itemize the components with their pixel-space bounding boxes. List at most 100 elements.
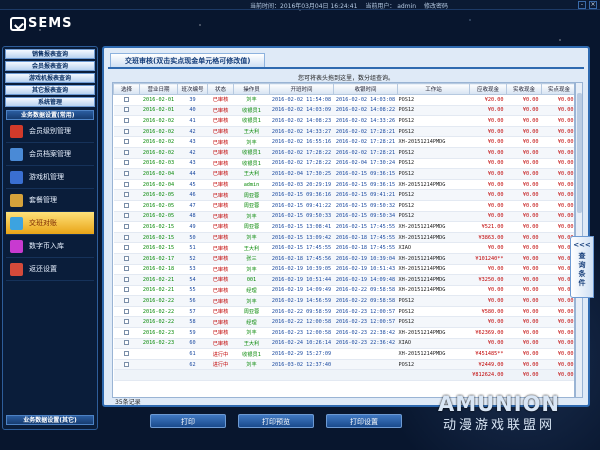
counted-cash-cell[interactable]: ¥0.00 [541, 179, 574, 191]
counted-cash-cell[interactable]: ¥0.00 [541, 327, 574, 339]
row-checkbox[interactable] [124, 329, 129, 335]
sidebar-item-coin-stock[interactable]: 数字币入库 [6, 235, 94, 258]
counted-cash-cell[interactable]: ¥0.00 [541, 115, 574, 127]
counted-cash-cell[interactable]: ¥0.00 [541, 126, 574, 138]
column-header[interactable]: 班次编号 [177, 83, 208, 95]
row-checkbox[interactable] [124, 319, 129, 325]
row-checkbox[interactable] [124, 223, 129, 229]
menu-sales-report[interactable]: 销售报表查询 [5, 49, 95, 59]
table-row[interactable]: 2016-02-22 56 已审核 刘丰 2016-02-19 14:56:59 2016… [113, 295, 574, 307]
table-row[interactable]: 2016-02-04 44 已审核 王大利 2016-02-04 17:30:25 201… [113, 168, 574, 180]
column-header[interactable]: 状态 [207, 83, 234, 95]
change-password-link[interactable]: 修改密码 [424, 3, 448, 10]
menu-member-report[interactable]: 会员报表查询 [5, 61, 95, 71]
column-header[interactable]: 应收现金 [469, 83, 507, 95]
counted-cash-cell[interactable]: ¥0.00 [541, 158, 574, 170]
counted-cash-cell[interactable]: ¥0.00 [541, 348, 574, 360]
column-header[interactable]: 操作员 [233, 83, 270, 95]
row-checkbox[interactable] [124, 107, 129, 113]
sidebar-item-shift-reconcile[interactable]: 交班对账 [6, 212, 94, 235]
counted-cash-cell[interactable]: ¥0.00 [541, 316, 574, 329]
query-conditions-tab[interactable]: <<< 查询条件 [570, 236, 594, 298]
counted-cash-cell[interactable]: ¥0.00 [541, 295, 574, 307]
column-header[interactable]: 实点现金 [541, 83, 574, 95]
group-business-common[interactable]: 业务数据设置(常用) [6, 110, 94, 120]
row-checkbox[interactable] [124, 117, 129, 123]
tab-shift-audit[interactable]: 交班审核(双击实点现金单元格可修改值) [110, 53, 266, 67]
column-header[interactable]: 开班时间 [269, 83, 334, 95]
menu-system-manage[interactable]: 系统管理 [5, 97, 95, 107]
row-checkbox[interactable] [124, 128, 129, 134]
table-row[interactable]: 2016-02-01 40 已审核 收银员1 2016-02-02 14:03:09 20… [113, 105, 574, 117]
counted-cash-cell[interactable]: ¥0.00 [541, 94, 574, 106]
row-checkbox[interactable] [124, 192, 129, 198]
table-row[interactable]: 2016-02-05 48 已审核 刘丰 2016-02-15 09:50:33 2016… [113, 211, 574, 223]
row-checkbox[interactable] [124, 170, 129, 176]
print-button[interactable]: 打印 [150, 414, 226, 428]
minimize-button[interactable]: - [578, 1, 586, 9]
row-checkbox[interactable] [124, 266, 129, 272]
counted-cash-cell[interactable]: ¥0.00 [541, 105, 574, 117]
counted-cash-cell[interactable]: ¥0.00 [541, 136, 574, 148]
counted-cash-cell[interactable]: ¥0.00 [541, 147, 574, 159]
sidebar-item-refund-settings[interactable]: 返还设置 [6, 258, 94, 281]
counted-cash-cell[interactable]: ¥0.00 [541, 211, 574, 223]
table-row[interactable]: 61 进行中 收银员1 2016-02-29 15:27:09 XH-20151214P… [113, 348, 574, 360]
table-row[interactable]: 2016-02-02 43 已审核 刘丰 2016-02-02 16:55:16 2016… [113, 136, 574, 148]
sidebar-item-member-level[interactable]: 会员级别管理 [6, 120, 94, 143]
counted-cash-cell[interactable]: ¥0.00 [541, 221, 574, 233]
group-by-hint[interactable]: 您可将表头拖到这里，数分组查询。 [104, 73, 588, 82]
counted-cash-cell[interactable]: ¥0.00 [541, 359, 574, 371]
table-row[interactable]: 2016-02-15 49 已审核 周亚蓉 2016-02-15 13:08:41 201… [113, 221, 574, 233]
group-business-other[interactable]: 业务数据设置(其它) [6, 415, 94, 425]
table-row[interactable]: 2016-02-03 43 已审核 收银员1 2016-02-02 17:28:22 20… [113, 158, 574, 170]
row-checkbox[interactable] [124, 351, 129, 357]
table-row[interactable]: 62 进行中 刘丰 2016-03-02 12:37:40 POS12 ¥2449.00 ¥… [113, 359, 574, 371]
column-header[interactable]: 实收现金 [506, 83, 542, 95]
counted-cash-cell[interactable]: ¥0.00 [541, 338, 574, 350]
row-checkbox[interactable] [124, 213, 129, 219]
row-checkbox[interactable] [124, 139, 129, 145]
row-checkbox[interactable] [124, 96, 129, 102]
counted-cash-cell[interactable]: ¥0.00 [541, 168, 574, 180]
table-row[interactable]: 2016-02-02 42 已审核 收银员1 2016-02-02 17:28:22 20… [113, 147, 574, 159]
row-checkbox[interactable] [124, 340, 129, 346]
table-row[interactable]: 2016-02-15 50 已审核 刘丰 2016-02-15 13:09:42 2016… [113, 232, 574, 244]
scrollbar-thumb[interactable] [577, 93, 582, 213]
row-checkbox[interactable] [124, 276, 129, 282]
row-checkbox[interactable] [124, 255, 129, 261]
menu-game-machine-report[interactable]: 游戏机报表查询 [5, 73, 95, 83]
row-checkbox[interactable] [124, 361, 129, 367]
table-row[interactable]: 2016-02-02 41 已审核 收银员1 2016-02-02 14:08:23 20… [113, 115, 574, 127]
column-header[interactable]: 工作站 [397, 83, 470, 95]
table-row[interactable]: 2016-02-18 53 已审核 刘丰 2016-02-19 10:39:05 2016… [113, 264, 574, 276]
table-row[interactable]: 2016-02-21 54 已审核 001 2016-02-19 10:51:44 201… [113, 274, 574, 286]
table-row[interactable]: 2016-02-22 57 已审核 周亚蓉 2016-02-22 09:58:59 201… [113, 306, 574, 318]
table-row[interactable]: 2016-02-17 52 已审核 张三 2016-02-18 17:45:56 2016… [113, 253, 574, 265]
sidebar-item-member-file[interactable]: 会员档案管理 [6, 143, 94, 166]
table-row[interactable]: 2016-02-04 45 已审核 admin 2016-02-03 20:29:19 2… [113, 179, 574, 191]
column-header[interactable]: 收银时间 [333, 83, 398, 95]
counted-cash-cell[interactable]: ¥0.00 [541, 189, 574, 201]
table-row[interactable]: 2016-02-05 46 已审核 周亚蓉 2016-02-15 09:36:16 201… [113, 189, 574, 201]
table-row[interactable]: 2016-02-23 60 已审核 王大利 2016-02-24 10:26:14 201… [113, 338, 574, 350]
table-row[interactable]: 2016-02-21 55 已审核 经理 2016-02-19 14:09:49 2016… [113, 285, 574, 297]
table-row[interactable]: 2016-02-05 47 已审核 周亚蓉 2016-02-15 09:41:22 201… [113, 200, 574, 212]
column-header[interactable]: 选择 [113, 83, 140, 95]
table-row[interactable]: 2016-02-22 58 已审核 经理 2016-02-22 12:00:58 2016… [113, 316, 574, 329]
row-checkbox[interactable] [124, 160, 129, 166]
print-setup-button[interactable]: 打印设置 [326, 414, 402, 428]
menu-other-report[interactable]: 其它报表查询 [5, 85, 95, 95]
table-row[interactable]: 2016-02-01 39 已审核 刘丰 2016-02-02 11:54:08 2016… [113, 94, 574, 106]
counted-cash-cell[interactable]: ¥0.00 [541, 306, 574, 318]
table-row[interactable]: 2016-02-02 42 已审核 王大利 2016-02-02 14:33:27 201… [113, 126, 574, 138]
row-checkbox[interactable] [124, 234, 129, 240]
column-header[interactable]: 营业日期 [139, 83, 178, 95]
counted-cash-cell[interactable]: ¥0.00 [541, 200, 574, 212]
row-checkbox[interactable] [124, 149, 129, 155]
close-button[interactable]: × [589, 1, 597, 9]
row-checkbox[interactable] [124, 202, 129, 208]
row-checkbox[interactable] [124, 181, 129, 187]
row-checkbox[interactable] [124, 245, 129, 251]
table-row[interactable]: 2016-02-15 51 已审核 王大利 2016-02-15 17:45:55 201… [113, 242, 574, 254]
